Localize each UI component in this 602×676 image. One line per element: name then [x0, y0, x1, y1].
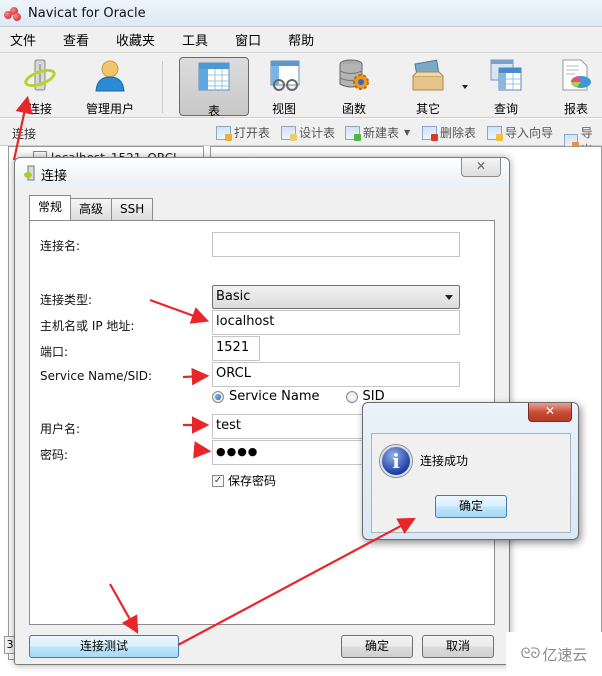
- import-wizard-button[interactable]: 导入向导: [487, 124, 553, 141]
- toolbar-report-button[interactable]: 报表: [546, 56, 602, 116]
- dialog-close-button[interactable]: ✕: [461, 158, 501, 177]
- import-wizard-icon: [487, 125, 503, 141]
- test-connection-button[interactable]: 连接测试: [29, 635, 179, 658]
- menu-view[interactable]: 查看: [53, 30, 99, 49]
- connection-icon: [23, 58, 57, 92]
- other-icon: [411, 58, 445, 92]
- message-text: 连接成功: [420, 454, 469, 468]
- toolbar-label: 表: [207, 104, 220, 118]
- dialog-title: 连接: [41, 169, 68, 184]
- service-name-radio-label: Service Name: [229, 389, 320, 404]
- connection-name-input[interactable]: [212, 232, 460, 257]
- app-title: Navicat for Oracle: [28, 5, 146, 21]
- new-table-button[interactable]: 新建表 ▼: [345, 124, 410, 141]
- port-label: 端口:: [40, 345, 69, 359]
- password-label: 密码:: [40, 448, 69, 462]
- view-icon: [267, 58, 301, 92]
- connection-name-label: 连接名:: [40, 239, 81, 253]
- design-table-icon: [281, 125, 297, 141]
- toolbar-label: 管理用户: [85, 102, 134, 116]
- save-password-row: ✓ 保存密码: [212, 472, 276, 489]
- object-tool-label: 设计表: [299, 126, 336, 140]
- connection-icon: [23, 165, 37, 181]
- menu-tools[interactable]: 工具: [172, 30, 218, 49]
- toolbar-connection-button[interactable]: 连接: [10, 56, 70, 116]
- table-icon: [197, 60, 231, 94]
- toolbar-function-button[interactable]: 函数: [324, 56, 384, 116]
- toolbar-label: 查询: [493, 102, 518, 116]
- object-toolbar: 连接 打开表 设计表 新建表 ▼ 删除表 导入向导 导出: [0, 119, 602, 157]
- menu-favorites[interactable]: 收藏夹: [106, 30, 165, 49]
- connection-type-label: 连接类型:: [40, 293, 93, 307]
- object-tool-label: 删除表: [440, 126, 477, 140]
- watermark-logo-icon: ᘓᘐ: [520, 646, 541, 662]
- menubar: 文件 查看 收藏夹 工具 窗口 帮助: [0, 26, 602, 52]
- host-input[interactable]: localhost: [212, 310, 460, 335]
- menu-window[interactable]: 窗口: [225, 30, 271, 49]
- design-table-button[interactable]: 设计表: [281, 124, 335, 141]
- tab-ssh[interactable]: SSH: [111, 198, 154, 220]
- info-icon: i: [380, 445, 412, 477]
- tab-advanced[interactable]: 高级: [70, 198, 113, 220]
- service-name-input[interactable]: ORCL: [212, 362, 460, 387]
- service-type-radio-group: Service Name SID: [212, 389, 385, 404]
- user-icon: [93, 58, 127, 92]
- message-ok-button[interactable]: 确定: [435, 495, 507, 518]
- object-tool-label: 新建表: [363, 126, 400, 140]
- toolbar-other-button[interactable]: 其它: [398, 56, 458, 116]
- query-icon: [489, 58, 523, 92]
- delete-table-button[interactable]: 删除表: [422, 124, 476, 141]
- navicat-logo-icon: [4, 5, 22, 21]
- message-body: i 连接成功 确定: [371, 433, 571, 533]
- watermark: ᘓᘐ 亿速云: [506, 632, 602, 676]
- toolbar-table-button[interactable]: 表: [179, 57, 249, 118]
- object-tool-label: 导入向导: [505, 126, 554, 140]
- toolbar-query-button[interactable]: 查询: [476, 56, 536, 116]
- watermark-text: 亿速云: [542, 645, 588, 664]
- ok-button[interactable]: 确定: [341, 635, 413, 658]
- connection-type-select[interactable]: Basic: [212, 285, 460, 309]
- toolbar-label: 报表: [563, 102, 588, 116]
- navigation-section-label: 连接: [12, 127, 37, 141]
- save-password-label: 保存密码: [228, 474, 277, 488]
- chevron-down-icon: [445, 295, 453, 300]
- toolbar-manage-users-button[interactable]: 管理用户: [78, 56, 142, 116]
- new-table-dropdown-icon[interactable]: ▼: [404, 128, 410, 137]
- toolbar-separator: [162, 61, 163, 113]
- sid-radio[interactable]: [345, 390, 358, 403]
- app-titlebar: Navicat for Oracle: [0, 0, 602, 26]
- menu-help[interactable]: 帮助: [278, 30, 324, 49]
- host-label: 主机名或 IP 地址:: [40, 319, 135, 333]
- service-name-radio[interactable]: [212, 390, 224, 403]
- toolbar-label: 其它: [415, 102, 440, 116]
- dialog-titlebar[interactable]: 连接 ✕: [15, 158, 509, 186]
- open-table-button[interactable]: 打开表: [216, 124, 270, 141]
- toolbar-label: 视图: [271, 102, 296, 116]
- other-dropdown-caret-icon[interactable]: [462, 85, 468, 89]
- port-input[interactable]: 1521: [212, 336, 260, 361]
- service-name-label: Service Name/SID:: [40, 369, 153, 383]
- toolbar-view-button[interactable]: 视图: [254, 56, 314, 116]
- save-password-checkbox[interactable]: ✓: [212, 474, 224, 487]
- message-close-button[interactable]: ✕: [528, 403, 572, 422]
- open-table-icon: [216, 125, 232, 141]
- connection-type-value: Basic: [216, 289, 251, 304]
- report-icon: [559, 58, 593, 92]
- function-icon: [337, 58, 371, 92]
- success-message-box: ✕ i 连接成功 确定: [362, 402, 579, 540]
- delete-table-icon: [422, 125, 438, 141]
- object-tool-label: 打开表: [234, 126, 271, 140]
- toolbar-label: 函数: [341, 102, 366, 116]
- menu-file[interactable]: 文件: [0, 30, 46, 49]
- cancel-button[interactable]: 取消: [422, 635, 494, 658]
- toolbar-label: 连接: [27, 102, 52, 116]
- main-toolbar: 连接 管理用户 表 视图 函数 其它 查询 报表: [0, 52, 602, 118]
- new-table-icon: [345, 125, 361, 141]
- username-label: 用户名:: [40, 422, 81, 436]
- dialog-tabs: 常规 高级 SSH: [29, 195, 154, 220]
- tab-general[interactable]: 常规: [29, 195, 72, 220]
